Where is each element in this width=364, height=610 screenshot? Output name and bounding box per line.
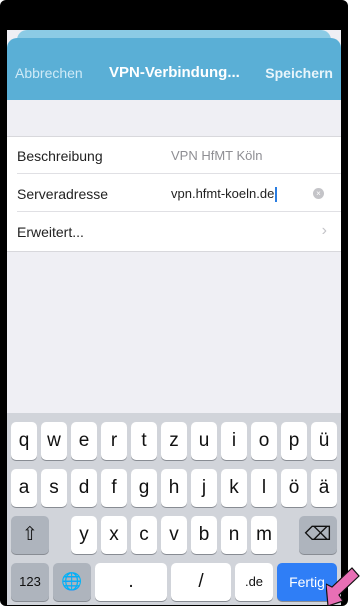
key-h[interactable]: h: [161, 469, 187, 507]
key-i[interactable]: i: [221, 422, 247, 460]
description-row[interactable]: Beschreibung VPN HfMT Köln: [7, 137, 341, 174]
key-oe[interactable]: ö: [281, 469, 307, 507]
cancel-button[interactable]: Abbrechen: [15, 65, 83, 81]
server-field[interactable]: vpn.hfmt-koeln.de: [171, 186, 278, 203]
nav-title: VPN-Verbindung...: [109, 64, 240, 81]
key-o[interactable]: o: [251, 422, 277, 460]
row-divider: [17, 211, 341, 212]
key-ue[interactable]: ü: [311, 422, 337, 460]
key-c[interactable]: c: [131, 516, 157, 554]
key-slash[interactable]: /: [171, 563, 231, 601]
key-u[interactable]: u: [191, 422, 217, 460]
description-field[interactable]: VPN HfMT Köln: [171, 148, 263, 163]
key-e[interactable]: e: [71, 422, 97, 460]
key-l[interactable]: l: [251, 469, 277, 507]
key-p[interactable]: p: [281, 422, 307, 460]
key-k[interactable]: k: [221, 469, 247, 507]
key-dot[interactable]: .: [95, 563, 167, 601]
row-divider: [17, 173, 341, 174]
key-m[interactable]: m: [251, 516, 277, 554]
keyboard: q w e r t z u i o p ü a s d f g h j k l …: [7, 413, 341, 605]
globe-key[interactable]: 🌐: [53, 563, 91, 601]
chevron-right-icon: ›: [321, 222, 327, 239]
key-b[interactable]: b: [191, 516, 217, 554]
advanced-row[interactable]: Erweitert... ›: [7, 213, 341, 250]
key-ae[interactable]: ä: [311, 469, 337, 507]
device-frame: Abbrechen VPN-Verbindung... Speichern Be…: [0, 0, 348, 606]
key-q[interactable]: q: [11, 422, 37, 460]
key-v[interactable]: v: [161, 516, 187, 554]
vpn-form: Beschreibung VPN HfMT Köln Serveradresse…: [7, 136, 341, 252]
screen: Abbrechen VPN-Verbindung... Speichern Be…: [7, 8, 341, 605]
key-t[interactable]: t: [131, 422, 157, 460]
key-z[interactable]: z: [161, 422, 187, 460]
key-g[interactable]: g: [131, 469, 157, 507]
clear-text-icon[interactable]: ×: [313, 188, 324, 199]
key-w[interactable]: w: [41, 422, 67, 460]
numbers-key[interactable]: 123: [11, 563, 49, 601]
save-button[interactable]: Speichern: [265, 65, 333, 81]
key-x[interactable]: x: [101, 516, 127, 554]
server-field-text: vpn.hfmt-koeln.de: [171, 186, 275, 201]
key-j[interactable]: j: [191, 469, 217, 507]
backspace-icon: ⌫: [304, 524, 332, 545]
server-row[interactable]: Serveradresse vpn.hfmt-koeln.de ×: [7, 175, 341, 212]
nav-bar: Abbrechen VPN-Verbindung... Speichern: [7, 38, 341, 100]
backspace-key[interactable]: ⌫: [299, 516, 337, 554]
key-f[interactable]: f: [101, 469, 127, 507]
shift-icon: ⇧: [22, 524, 38, 545]
description-label: Beschreibung: [17, 148, 103, 164]
server-label: Serveradresse: [17, 186, 109, 202]
text-cursor: [275, 187, 278, 203]
key-r[interactable]: r: [101, 422, 127, 460]
key-de[interactable]: .de: [235, 563, 273, 601]
key-a[interactable]: a: [11, 469, 37, 507]
key-d[interactable]: d: [71, 469, 97, 507]
pointer-arrow-icon: [326, 567, 360, 606]
globe-icon: 🌐: [61, 572, 83, 591]
shift-key[interactable]: ⇧: [11, 516, 49, 554]
advanced-label: Erweitert...: [17, 224, 84, 240]
key-n[interactable]: n: [221, 516, 247, 554]
key-s[interactable]: s: [41, 469, 67, 507]
status-bar: [7, 8, 341, 30]
key-y[interactable]: y: [71, 516, 97, 554]
